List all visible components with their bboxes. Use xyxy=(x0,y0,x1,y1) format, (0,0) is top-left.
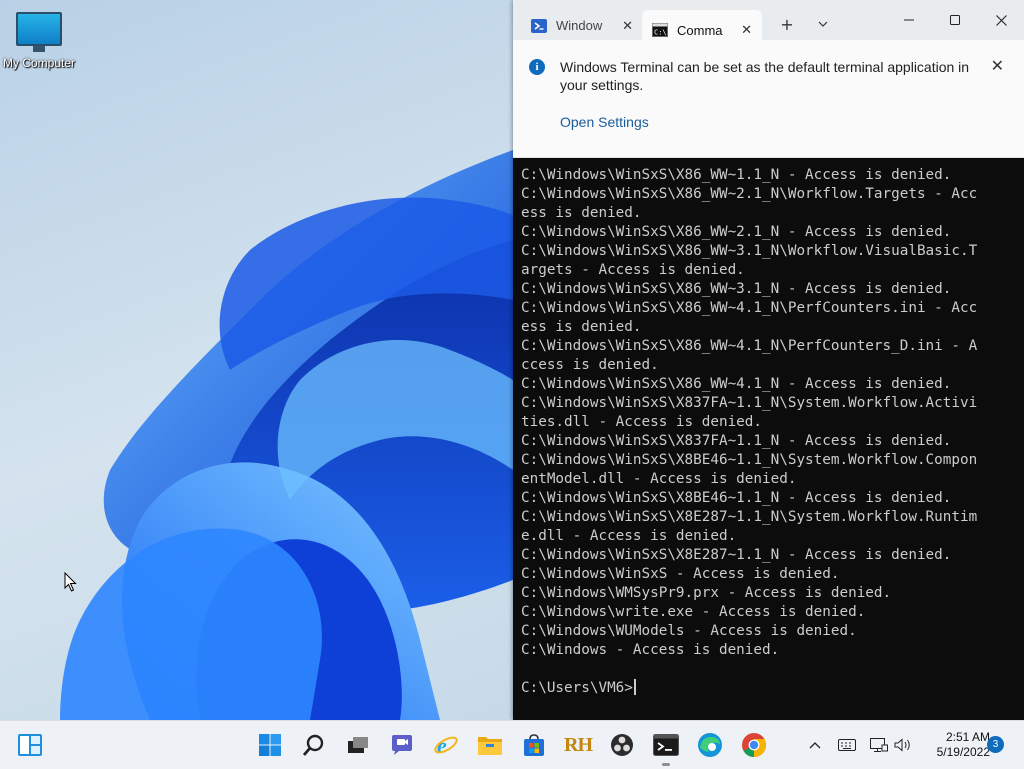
svg-text:C:\: C:\ xyxy=(654,29,667,37)
keyboard-icon xyxy=(838,739,856,751)
show-hidden-icons-button[interactable] xyxy=(804,729,826,761)
console-line: C:\Windows\WinSxS\X86_WW~1.1_N - Access … xyxy=(521,167,952,183)
console-line: argets - Access is denied. xyxy=(521,262,745,278)
notification-count-badge[interactable]: 3 xyxy=(987,736,1004,753)
console-line: ess is denied. xyxy=(521,319,642,335)
console-line: C:\Windows\WinSxS\X837FA~1.1_N\System.Wo… xyxy=(521,395,978,411)
console-line: C:\Windows\WinSxS\X86_WW~4.1_N - Access … xyxy=(521,376,952,392)
console-line: C:\Windows\WinSxS\X86_WW~2.1_N\Workflow.… xyxy=(521,186,978,202)
chevron-down-icon xyxy=(818,21,828,27)
console-line: C:\Windows\WinSxS\X86_WW~3.1_N - Access … xyxy=(521,281,952,297)
console-prompt: C:\Users\VM6> xyxy=(521,679,1001,698)
clock-date: 5/19/2022 xyxy=(936,745,990,759)
resource-hacker-button[interactable]: RH xyxy=(562,729,594,761)
monitor-icon xyxy=(16,12,62,52)
chrome-button[interactable] xyxy=(738,729,770,761)
widgets-icon xyxy=(18,734,42,756)
text-cursor xyxy=(633,679,636,695)
console-line: C:\Windows\WinSxS\X8BE46~1.1_N\System.Wo… xyxy=(521,452,978,468)
edge-button[interactable] xyxy=(694,729,726,761)
console-line: C:\Windows\WinSxS\X86_WW~2.1_N - Access … xyxy=(521,224,952,240)
terminal-icon xyxy=(653,734,679,756)
close-icon xyxy=(995,14,1007,26)
console-line: e.dll - Access is denied. xyxy=(521,528,737,544)
console-line: C:\Windows\WinSxS\X837FA~1.1_N - Access … xyxy=(521,433,952,449)
store-icon xyxy=(524,734,544,756)
minimize-icon xyxy=(904,19,914,21)
desktop-icon-label: My Computer xyxy=(2,56,76,70)
widgets-button[interactable] xyxy=(14,729,46,761)
tab-windows-powershell[interactable]: Window ✕ xyxy=(521,10,643,41)
obs-icon xyxy=(611,734,633,756)
console-output[interactable]: C:\Windows\WinSxS\X86_WW~1.1_N - Access … xyxy=(521,166,1001,698)
powershell-icon xyxy=(531,18,547,33)
rh-icon: RH xyxy=(564,733,593,756)
console-line: C:\Windows\WinSxS - Access is denied. xyxy=(521,566,840,582)
console-line: C:\Windows\WinSxS\X86_WW~4.1_N\PerfCount… xyxy=(521,300,978,316)
console-line: C:\Windows\WinSxS\X8BE46~1.1_N - Access … xyxy=(521,490,952,506)
search-icon xyxy=(302,734,324,756)
desktop-icon-my-computer[interactable]: My Computer xyxy=(2,8,76,70)
internet-explorer-button[interactable]: e xyxy=(430,729,462,761)
terminal-button[interactable] xyxy=(650,729,682,766)
start-button[interactable] xyxy=(254,729,286,761)
network-icon xyxy=(870,738,888,752)
console-line: entModel.dll - Access is denied. xyxy=(521,471,797,487)
open-settings-link[interactable]: Open Settings xyxy=(560,114,649,130)
maximize-button[interactable] xyxy=(932,0,978,40)
maximize-icon xyxy=(950,15,960,25)
taskbar: e RH 2:51 AM 5/19/2022 xyxy=(0,720,1024,769)
tab-label: Comma xyxy=(677,22,723,38)
new-tab-button[interactable]: + xyxy=(771,10,803,38)
minimize-button[interactable] xyxy=(886,0,932,40)
input-indicator[interactable] xyxy=(836,729,858,761)
file-explorer-button[interactable] xyxy=(474,729,506,761)
tab-close-icon[interactable]: ✕ xyxy=(622,18,633,34)
infobar-message: Windows Terminal can be set as the defau… xyxy=(560,59,970,93)
tab-dropdown-button[interactable] xyxy=(807,10,839,38)
clock-time: 2:51 AM xyxy=(945,730,990,744)
console-line: ties.dll - Access is denied. xyxy=(521,414,763,430)
system-clock[interactable]: 2:51 AM 5/19/2022 xyxy=(920,730,990,760)
console-line: C:\Windows\WinSxS\X86_WW~3.1_N\Workflow.… xyxy=(521,243,978,259)
tab-label: Window xyxy=(556,18,603,33)
chat-icon xyxy=(392,735,412,755)
volume-indicator[interactable] xyxy=(892,729,914,761)
network-indicator[interactable] xyxy=(868,729,890,761)
task-view-icon xyxy=(348,737,368,753)
cmd-icon: C:\ xyxy=(652,23,668,37)
console-line: ess is denied. xyxy=(521,205,642,221)
windows-logo-icon xyxy=(259,734,281,756)
search-button[interactable] xyxy=(298,729,330,761)
console-line: C:\Windows\WinSxS\X8E287~1.1_N - Access … xyxy=(521,547,952,563)
chevron-up-icon xyxy=(809,742,821,749)
infobar-close-icon[interactable]: ✕ xyxy=(991,56,1004,75)
obs-button[interactable] xyxy=(606,729,638,761)
volume-icon xyxy=(894,738,910,752)
close-window-button[interactable] xyxy=(978,0,1024,40)
tab-close-icon[interactable]: ✕ xyxy=(741,22,752,38)
console-line: C:\Windows\WUModels - Access is denied. xyxy=(521,623,857,639)
terminal-window[interactable]: Window ✕ C:\ Comma ✕ + i Windows Termina… xyxy=(513,0,1024,720)
mouse-cursor-icon xyxy=(64,572,77,592)
edge-icon xyxy=(698,733,722,757)
info-icon: i xyxy=(529,59,545,75)
store-button[interactable] xyxy=(518,729,550,761)
console-line: C:\Windows\WinSxS\X86_WW~4.1_N\PerfCount… xyxy=(521,338,978,354)
chrome-icon xyxy=(742,733,766,757)
folder-icon xyxy=(478,737,502,755)
console-line: C:\Windows - Access is denied. xyxy=(521,642,780,658)
internet-explorer-icon: e xyxy=(434,733,458,758)
task-view-button[interactable] xyxy=(342,729,374,761)
console-line: C:\Windows\WinSxS\X8E287~1.1_N\System.Wo… xyxy=(521,509,978,525)
default-terminal-infobar: i Windows Terminal can be set as the def… xyxy=(513,40,1024,158)
console-line: ccess is denied. xyxy=(521,357,659,373)
console-line: C:\Windows\WMSysPr9.prx - Access is deni… xyxy=(521,585,892,601)
chat-button[interactable] xyxy=(386,729,418,761)
console-line: C:\Windows\write.exe - Access is denied. xyxy=(521,604,866,620)
wallpaper-bloom xyxy=(60,150,513,720)
